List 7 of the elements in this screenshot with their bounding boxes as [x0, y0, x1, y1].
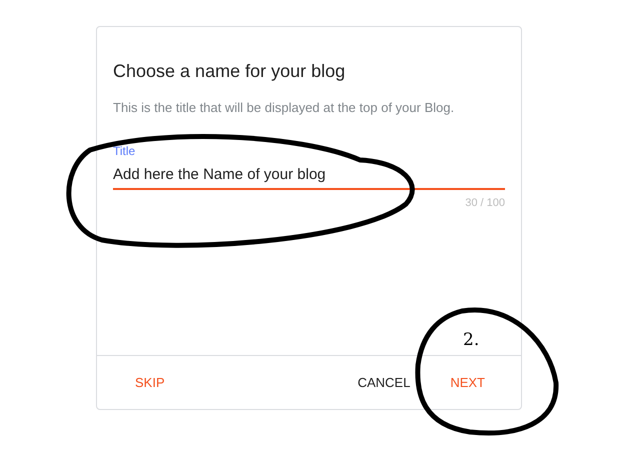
handwritten-number: 2.: [463, 330, 480, 350]
title-input[interactable]: Add here the Name of your blog: [113, 166, 505, 190]
dialog-description: This is the title that will be displayed at the top of your Blog.: [113, 100, 456, 116]
field-label: Title: [113, 144, 136, 158]
cancel-button[interactable]: CANCEL: [338, 367, 430, 398]
dialog-title: Choose a name for your blog: [113, 60, 346, 82]
character-counter: 30 / 100: [465, 197, 505, 209]
